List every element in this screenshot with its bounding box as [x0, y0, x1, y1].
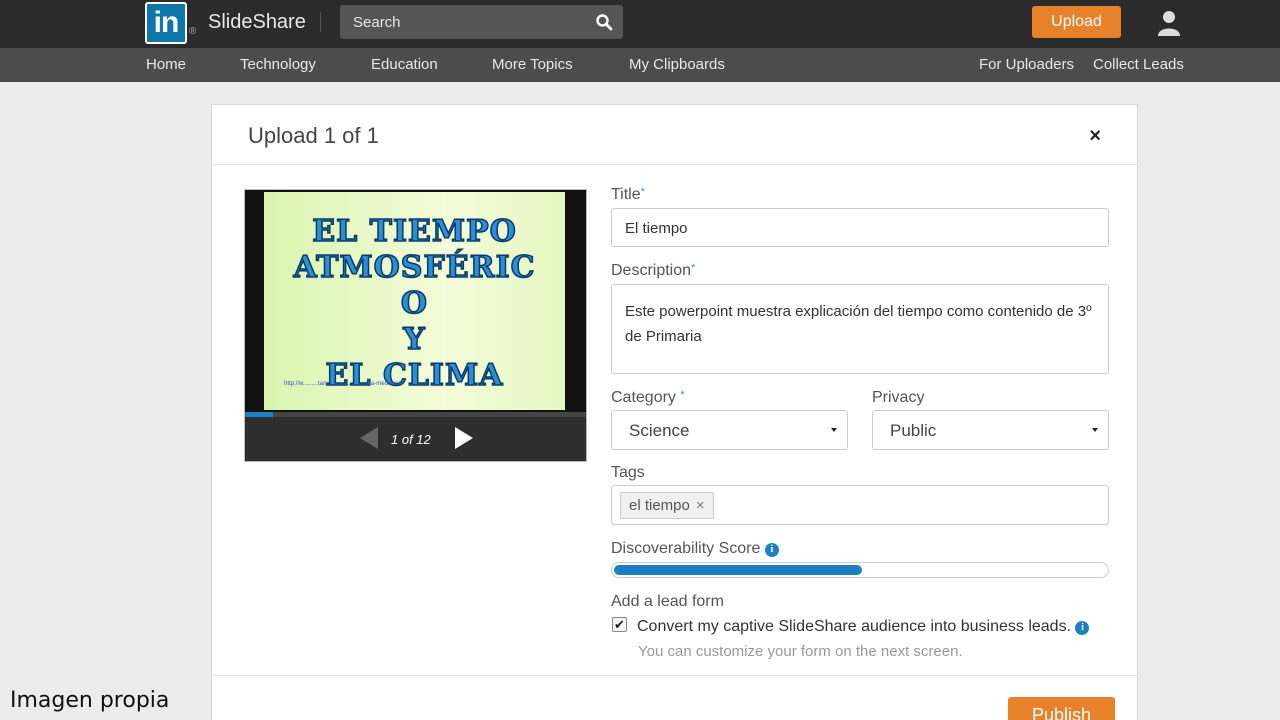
slide-viewport: EL TIEMPO ATMOSFÉRIC O Y EL CLIMA http:/… — [245, 190, 586, 412]
upload-button[interactable]: Upload — [1032, 6, 1121, 38]
description-value: Este powerpoint muestra explicación del … — [625, 303, 1092, 345]
description-field[interactable]: Este powerpoint muestra explicación del … — [611, 284, 1109, 374]
nav-home[interactable]: Home — [146, 56, 186, 73]
slide-line: EL CLIMA — [325, 357, 504, 394]
modal-header: Upload 1 of 1 × — [212, 105, 1137, 165]
privacy-select[interactable]: Public — [872, 410, 1109, 450]
lead-form-label: Add a lead form — [611, 593, 724, 610]
lead-hint: You can customize your form on the next … — [638, 643, 963, 660]
slide-url: http://w.........ta/v...................… — [284, 381, 402, 387]
tags-label: Tags — [611, 464, 645, 481]
info-icon[interactable]: i — [1075, 621, 1090, 635]
title-value: El tiempo — [625, 220, 688, 237]
required-mark: * — [680, 389, 685, 401]
slide-title-text: EL TIEMPO ATMOSFÉRIC O Y EL CLIMA — [264, 213, 565, 394]
category-value: Science — [629, 421, 690, 440]
slide-line: ATMOSFÉRIC — [293, 249, 536, 286]
title-field[interactable]: El tiempo — [611, 208, 1109, 247]
top-bar: in ® SlideShare Search Upload — [0, 0, 1280, 48]
nav-collect-leads[interactable]: Collect Leads — [1093, 56, 1184, 73]
discoverability-score-bar — [611, 562, 1109, 578]
required-mark: * — [691, 262, 696, 274]
info-icon[interactable]: i — [764, 543, 779, 557]
nav-bar: Home Technology Education More Topics My… — [0, 48, 1280, 82]
lead-checkbox-label: Convert my captive SlideShare audience i… — [637, 618, 1090, 636]
page-indicator: 1 of 12 — [391, 432, 431, 447]
nav-my-clipboards[interactable]: My Clipboards — [629, 56, 725, 73]
slide-image: EL TIEMPO ATMOSFÉRIC O Y EL CLIMA http:/… — [264, 192, 565, 410]
modal-footer-divider — [212, 675, 1137, 676]
description-label: Description* — [611, 262, 696, 279]
linkedin-logo[interactable]: in — [145, 2, 187, 44]
user-icon[interactable] — [1157, 10, 1181, 36]
slide-line: O — [400, 285, 429, 322]
nav-education[interactable]: Education — [371, 56, 438, 73]
upload-modal: Upload 1 of 1 × EL TIEMPO ATMOSFÉRIC O Y… — [211, 104, 1138, 720]
search-icon[interactable] — [595, 13, 613, 31]
nav-technology[interactable]: Technology — [240, 56, 316, 73]
publish-button[interactable]: Publish — [1008, 697, 1115, 720]
tag-remove-icon[interactable]: × — [696, 497, 705, 514]
privacy-value: Public — [890, 421, 937, 440]
chevron-down-icon — [1092, 428, 1098, 432]
category-label: Category * — [611, 389, 685, 406]
next-slide-icon[interactable] — [455, 427, 473, 449]
search-placeholder: Search — [353, 14, 401, 31]
chevron-down-icon — [831, 428, 837, 432]
image-caption: Imagen propia — [10, 688, 170, 713]
search-input[interactable]: Search — [340, 5, 623, 39]
title-label: Title* — [611, 186, 645, 203]
slide-line: EL TIEMPO — [311, 213, 517, 250]
slideshare-brand[interactable]: SlideShare — [208, 11, 306, 34]
lead-form-checkbox[interactable]: ✔ — [612, 617, 627, 632]
tag-chip: el tiempo × — [620, 492, 714, 519]
privacy-label: Privacy — [872, 389, 925, 406]
tags-input[interactable]: el tiempo × — [611, 485, 1109, 525]
slide-progress-bar — [245, 412, 586, 417]
slide-progress-fill — [245, 412, 274, 417]
nav-for-uploaders[interactable]: For Uploaders — [979, 56, 1074, 73]
score-fill — [614, 565, 862, 575]
tag-label: el tiempo — [629, 497, 690, 514]
score-label: Discoverability Score i — [611, 540, 779, 558]
category-select[interactable]: Science — [611, 410, 848, 450]
nav-more-topics[interactable]: More Topics — [492, 56, 573, 73]
modal-title: Upload 1 of 1 — [248, 123, 379, 148]
slide-preview[interactable]: EL TIEMPO ATMOSFÉRIC O Y EL CLIMA http:/… — [244, 189, 587, 462]
prev-slide-icon[interactable] — [360, 427, 378, 449]
close-icon[interactable]: × — [1089, 125, 1101, 148]
registered-mark: ® — [189, 26, 197, 37]
slide-line: Y — [403, 321, 426, 358]
required-mark: * — [640, 186, 645, 198]
header-divider — [320, 12, 321, 32]
